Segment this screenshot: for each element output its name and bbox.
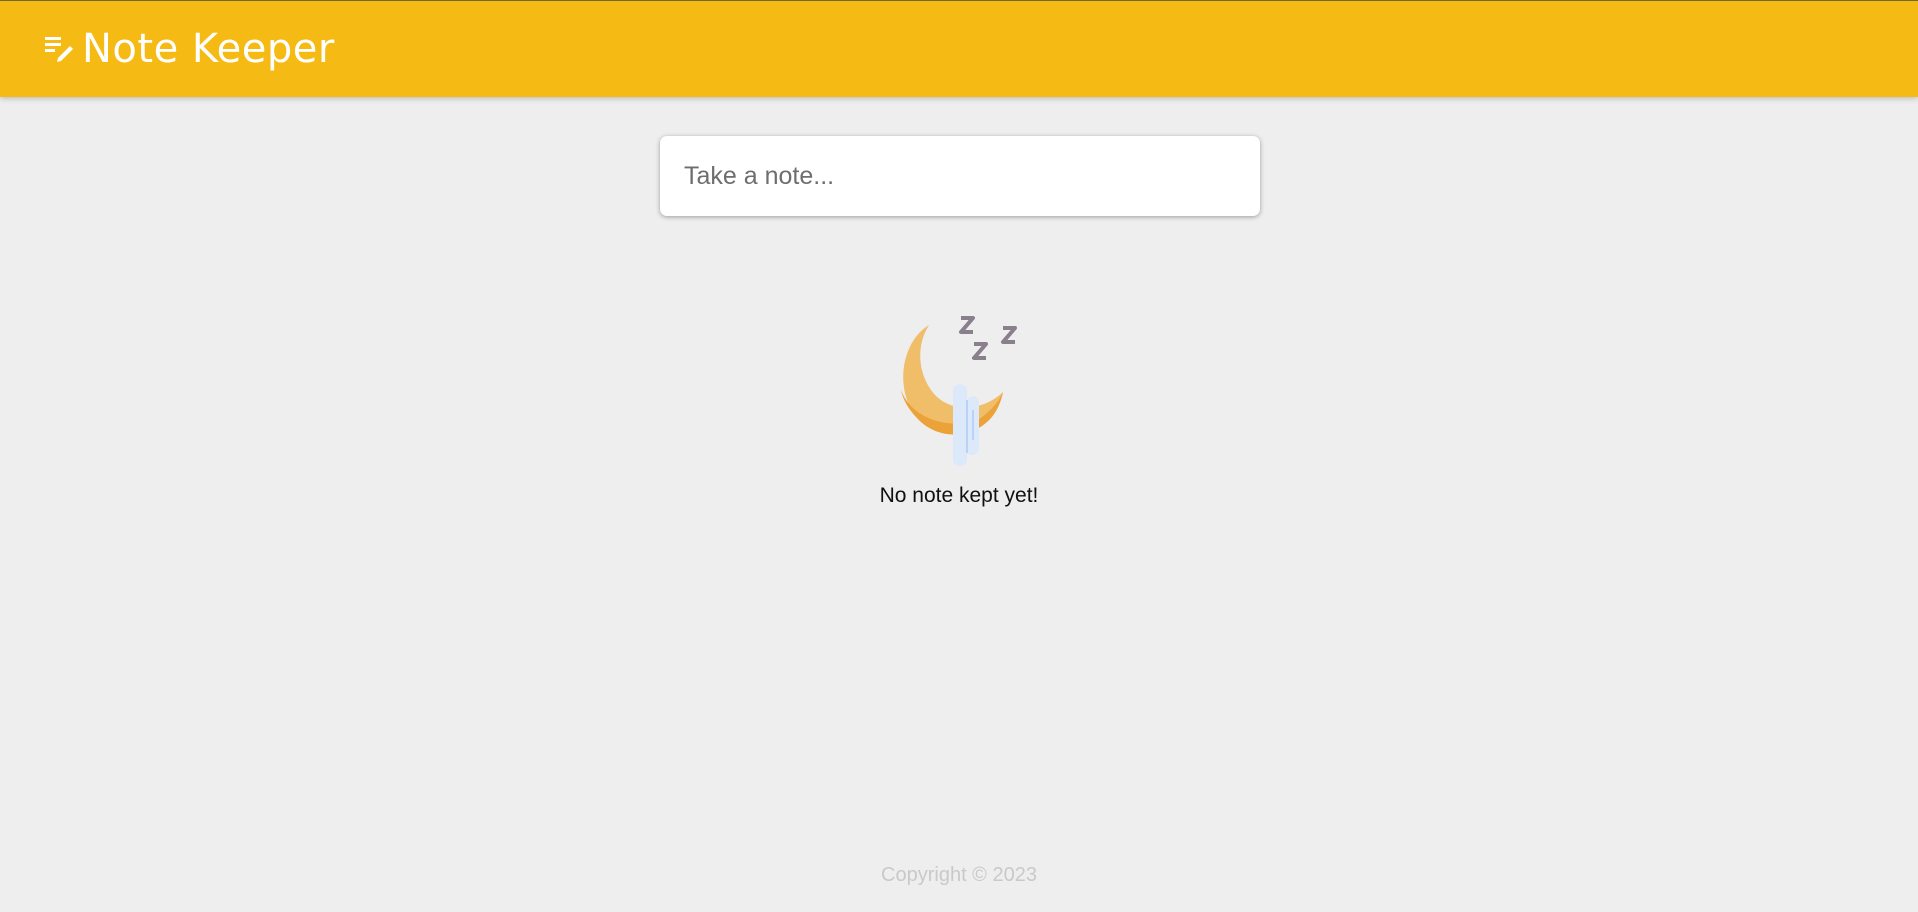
note-edit-icon xyxy=(44,33,76,65)
brand: Note Keeper xyxy=(44,25,335,73)
note-input[interactable] xyxy=(660,136,1260,216)
note-input-card xyxy=(660,136,1260,216)
empty-state: No note kept yet! xyxy=(0,310,1918,508)
footer-copyright: Copyright © 2023 xyxy=(881,864,1037,886)
sleeping-moon-icon xyxy=(0,310,1918,480)
empty-state-message: No note kept yet! xyxy=(879,484,1039,507)
app-header: Note Keeper xyxy=(0,0,1918,97)
app-title: Note Keeper xyxy=(82,26,335,72)
